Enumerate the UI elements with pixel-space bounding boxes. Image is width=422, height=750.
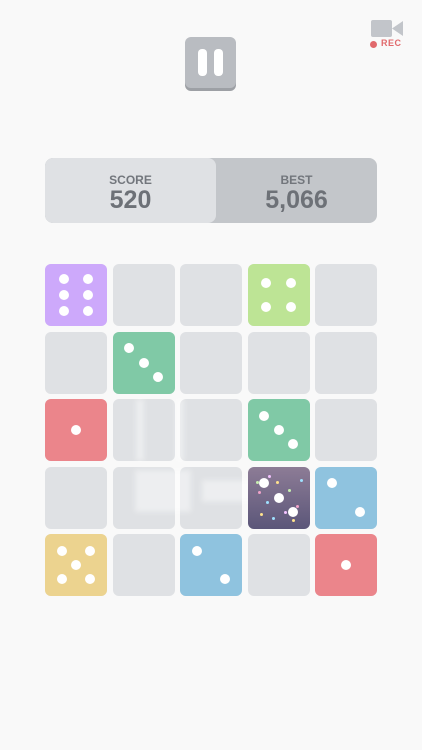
die-pip bbox=[58, 273, 69, 284]
sparkle-icon bbox=[291, 518, 295, 522]
motion-trail bbox=[136, 399, 144, 461]
video-camera-icon bbox=[371, 20, 403, 37]
die-2[interactable] bbox=[180, 534, 242, 596]
die-3[interactable] bbox=[247, 399, 310, 461]
die-pip bbox=[191, 545, 202, 556]
die-pip bbox=[355, 506, 366, 517]
sparkle-icon bbox=[265, 500, 269, 504]
motion-trail bbox=[135, 470, 191, 512]
board-cell[interactable] bbox=[112, 264, 175, 326]
die-pip bbox=[287, 439, 298, 450]
die-pip bbox=[261, 302, 272, 313]
sparkle-icon bbox=[271, 516, 275, 520]
die-pip bbox=[124, 343, 135, 354]
score-panel: SCORE 520 BEST 5,066 bbox=[45, 158, 377, 223]
sparkle-icon bbox=[287, 488, 291, 492]
die-pip bbox=[56, 574, 67, 585]
die-pip bbox=[259, 410, 270, 421]
die-pip bbox=[259, 478, 270, 489]
score-box: SCORE 520 bbox=[45, 158, 216, 223]
die-3[interactable] bbox=[112, 331, 175, 394]
score-value: 520 bbox=[109, 186, 152, 214]
board-cell[interactable] bbox=[315, 399, 377, 461]
die-pip bbox=[83, 273, 94, 284]
die-pip bbox=[273, 425, 284, 435]
die-pip bbox=[273, 492, 284, 503]
die-pip bbox=[71, 425, 81, 435]
board-cell[interactable] bbox=[45, 331, 107, 394]
die-6[interactable] bbox=[45, 264, 107, 326]
die-5[interactable] bbox=[45, 534, 107, 596]
die-3[interactable] bbox=[247, 466, 310, 529]
die-4[interactable] bbox=[247, 264, 310, 326]
die-pip bbox=[152, 371, 163, 382]
die-pip bbox=[285, 302, 296, 313]
sparkle-icon bbox=[255, 480, 259, 484]
record-button[interactable]: REC bbox=[368, 18, 406, 52]
die-pip bbox=[287, 506, 298, 517]
pause-icon-left-bar bbox=[198, 49, 207, 76]
best-label: BEST bbox=[280, 173, 313, 187]
board-cell[interactable] bbox=[247, 331, 310, 394]
die-pip bbox=[83, 306, 94, 317]
sparkle-icon bbox=[257, 490, 261, 494]
board-cell[interactable] bbox=[112, 534, 175, 596]
game-board bbox=[45, 264, 377, 596]
board-cell[interactable] bbox=[180, 399, 242, 461]
best-box: BEST 5,066 bbox=[216, 158, 377, 223]
die-pip bbox=[56, 545, 67, 556]
die-pip bbox=[71, 560, 81, 570]
score-label: SCORE bbox=[109, 173, 152, 187]
sparkle-icon bbox=[299, 478, 303, 482]
die-1[interactable] bbox=[45, 399, 107, 461]
board-cell[interactable] bbox=[315, 264, 377, 326]
board-cell[interactable] bbox=[315, 331, 377, 394]
board-cell[interactable] bbox=[180, 331, 242, 394]
die-pip bbox=[58, 306, 69, 317]
motion-trail bbox=[176, 399, 184, 461]
die-pip bbox=[83, 290, 94, 300]
board-cell[interactable] bbox=[180, 264, 242, 326]
die-pip bbox=[138, 357, 149, 368]
board-cell[interactable] bbox=[45, 466, 107, 529]
die-2[interactable] bbox=[315, 466, 377, 529]
die-pip bbox=[326, 478, 337, 489]
die-pip bbox=[261, 277, 272, 288]
die-1[interactable] bbox=[315, 534, 377, 596]
record-dot-icon bbox=[370, 41, 377, 48]
die-pip bbox=[341, 560, 351, 570]
pause-button[interactable] bbox=[185, 37, 236, 88]
sparkle-icon bbox=[283, 510, 287, 514]
die-pip bbox=[285, 277, 296, 288]
pause-icon-right-bar bbox=[214, 49, 223, 76]
board-cell[interactable] bbox=[247, 534, 310, 596]
best-value: 5,066 bbox=[265, 186, 328, 214]
sparkle-icon bbox=[275, 480, 279, 484]
sparkle-icon bbox=[267, 474, 271, 478]
die-pip bbox=[85, 545, 96, 556]
die-pip bbox=[85, 574, 96, 585]
sparkle-icon bbox=[259, 512, 263, 516]
record-label: REC bbox=[381, 38, 402, 48]
die-pip bbox=[58, 290, 69, 300]
die-pip bbox=[220, 574, 231, 585]
